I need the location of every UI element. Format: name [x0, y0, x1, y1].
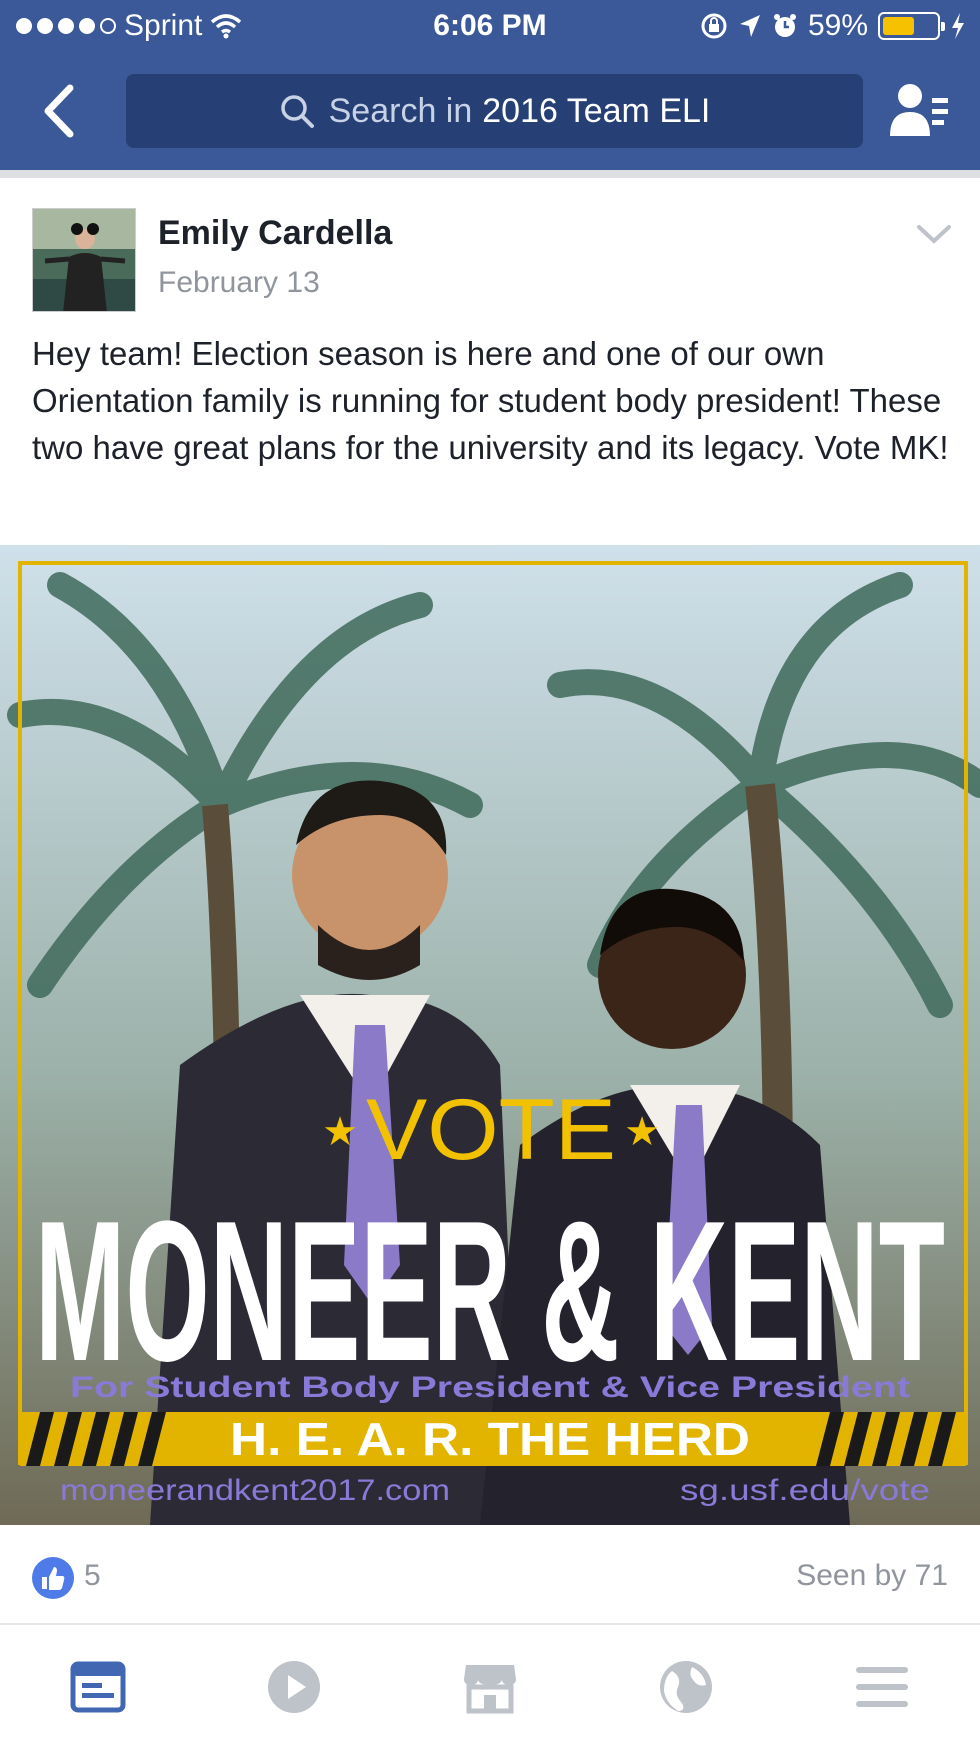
post-photo[interactable]: ★ ★ VOTE MONEER & KENT For Student Body …	[0, 545, 980, 1525]
poster-vote: VOTE	[366, 1082, 616, 1178]
poster-url-left: moneerandkent2017.com	[60, 1474, 450, 1507]
post-reactions-bar: 5 Seen by 71	[0, 1525, 980, 1625]
poster-vote-star-left: ★	[322, 1109, 358, 1155]
thumbs-up-icon	[32, 1557, 74, 1599]
poster-url-right: sg.usf.edu/vote	[680, 1474, 930, 1507]
rotation-lock-icon	[701, 13, 727, 39]
charging-icon	[952, 13, 964, 39]
top-bar: Sprint 6:06 PM 59% Search in 2016 Team E…	[0, 0, 980, 170]
divider	[0, 170, 980, 178]
post-text: Hey team! Election season is here and on…	[32, 335, 949, 466]
poster-subtitle: For Student Body President & Vice Presid…	[70, 1371, 910, 1404]
poster-vote-star-right: ★	[624, 1109, 660, 1155]
battery-percent: 59%	[807, 9, 868, 42]
bottom-tab-bar	[0, 1627, 980, 1743]
status-bar: Sprint 6:06 PM 59%	[0, 0, 980, 56]
alarm-icon	[773, 14, 796, 37]
status-right: 59%	[700, 9, 966, 43]
menu-icon[interactable]	[852, 1657, 912, 1717]
poster-names: MONEER & KENT	[35, 1180, 945, 1403]
poster-slogan: H. E. A. R. THE HERD	[230, 1413, 750, 1465]
search-placeholder: Search in	[328, 91, 473, 130]
group-search-input[interactable]: Search in 2016 Team ELI	[126, 74, 863, 148]
avatar[interactable]	[32, 208, 136, 312]
news-feed-icon[interactable]	[68, 1657, 128, 1717]
members-icon[interactable]	[888, 82, 950, 138]
back-icon[interactable]	[38, 82, 78, 140]
location-icon	[739, 15, 760, 37]
battery-icon	[878, 12, 945, 40]
post-author[interactable]: Emily Cardella	[158, 214, 392, 253]
video-icon[interactable]	[264, 1657, 324, 1717]
chevron-down-icon[interactable]	[916, 222, 952, 246]
like-count[interactable]: 5	[84, 1559, 101, 1593]
marketplace-icon[interactable]	[460, 1657, 520, 1717]
search-icon	[280, 95, 314, 128]
globe-icon[interactable]	[656, 1657, 716, 1717]
search-group-name: 2016 Team ELI	[482, 91, 711, 130]
post-date[interactable]: February 13	[158, 266, 320, 300]
seen-by-count[interactable]: Seen by 71	[796, 1559, 948, 1593]
